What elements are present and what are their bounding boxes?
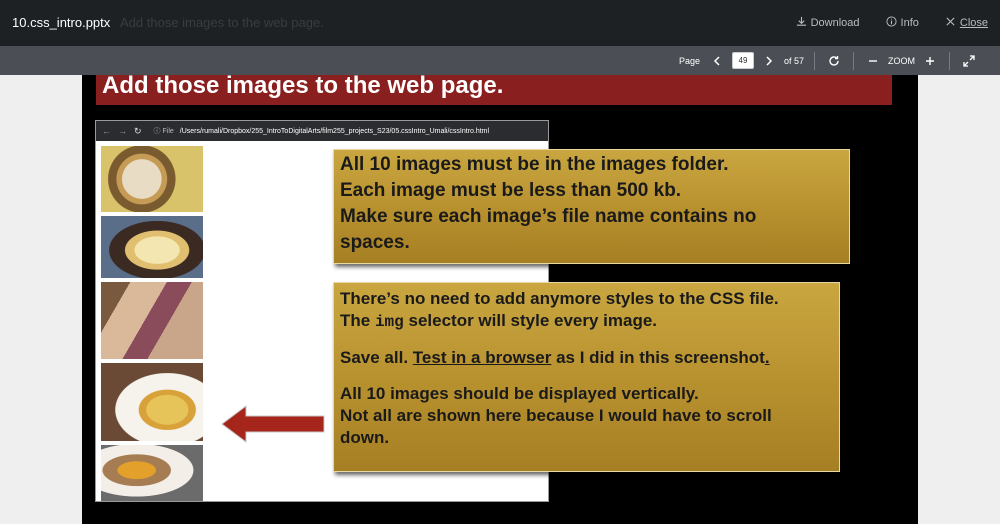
- callout-line: All 10 images must be in the images fold…: [340, 154, 729, 175]
- info-button[interactable]: Info: [885, 16, 919, 30]
- callout-line: Each image must be less than 500 kb.: [340, 180, 682, 201]
- browser-nav-icons: ← → ↻: [102, 126, 142, 137]
- toolbar-divider: [853, 51, 854, 70]
- zoom-in-button[interactable]: [921, 52, 939, 70]
- page-number-input[interactable]: 49: [731, 52, 754, 69]
- expand-icon: [963, 54, 975, 67]
- zoom-label: ZOOM: [888, 55, 915, 66]
- code-img-selector: img: [374, 313, 404, 331]
- toolbar-divider: [949, 51, 950, 70]
- page-label: Page: [678, 55, 700, 66]
- chevron-left-icon: [713, 55, 720, 66]
- callout-line: The img selector will style every image.: [340, 311, 658, 331]
- download-icon: [796, 16, 807, 30]
- header-actions: Download Info Close: [796, 0, 988, 46]
- page-controls: Page 49 of 57 ZOOM: [679, 46, 978, 75]
- toolbar-divider: [814, 51, 815, 70]
- minus-icon: [869, 59, 877, 62]
- left-arrow-icon: [221, 405, 325, 443]
- browser-url: /Users/rumali/Dropbox/255_IntroToDigital…: [179, 127, 490, 135]
- faded-slide-title: Add those images to the web page.: [120, 15, 324, 30]
- previous-page-button[interactable]: [708, 52, 726, 70]
- file-protocol-label: ⓘ File: [153, 128, 174, 135]
- reload-icon: ↻: [134, 125, 142, 136]
- slide-canvas: Add those images to the web page. ← → ↻ …: [82, 75, 918, 524]
- viewer-header: 10.css_intro.pptx Add those images to th…: [0, 0, 1000, 46]
- browser-address-bar: ← → ↻ ⓘ File /Users/rumali/Dropbox/255_I…: [96, 121, 548, 141]
- fullscreen-button[interactable]: [960, 52, 978, 70]
- callout-line: Not all are shown here because I would h…: [340, 406, 772, 425]
- file-name: 10.css_intro.pptx: [12, 15, 111, 30]
- zoom-out-button[interactable]: [864, 52, 882, 70]
- callout-instructions: There’s no need to add anymore styles to…: [333, 282, 840, 472]
- callout-line: down.: [340, 428, 390, 447]
- toast-and-meat-image: [101, 282, 203, 359]
- forward-arrow-icon: →: [118, 125, 127, 136]
- rotate-button[interactable]: [825, 52, 843, 70]
- callout-line: There’s no need to add anymore styles to…: [340, 289, 779, 308]
- breakfast-plate-image: [101, 445, 203, 501]
- page-count: of 57: [783, 55, 804, 66]
- download-label: Download: [810, 17, 860, 29]
- test-in-browser-text: Test in a browser: [412, 348, 552, 367]
- plus-icon: [926, 56, 934, 65]
- info-label: Info: [900, 17, 919, 29]
- close-button[interactable]: Close: [945, 16, 988, 30]
- download-button[interactable]: Download: [796, 16, 860, 30]
- callout-line: Save all. Test in a browser as I did in …: [340, 348, 770, 367]
- english-muffin-image: [101, 146, 203, 212]
- viewer-toolbar: Page 49 of 57 ZOOM: [0, 46, 1000, 75]
- cheese-dish-image: [101, 216, 203, 278]
- slide-title: Add those images to the web page.: [102, 75, 504, 99]
- slide-title-bar: Add those images to the web page.: [96, 75, 892, 105]
- close-label: Close: [959, 17, 988, 29]
- callout-line: spaces.: [340, 232, 410, 253]
- callout-image-requirements: All 10 images must be in the images fold…: [333, 149, 850, 264]
- next-page-button[interactable]: [760, 52, 778, 70]
- rotate-icon: [829, 55, 839, 66]
- back-arrow-icon: ←: [102, 125, 111, 136]
- toast-and-eggs-image: [101, 363, 203, 441]
- callout-line: Make sure each image’s file name contain…: [340, 206, 757, 227]
- close-icon: [945, 16, 956, 30]
- callout-line: All 10 images should be displayed vertic…: [340, 384, 699, 403]
- chevron-right-icon: [766, 55, 773, 66]
- info-icon: [885, 16, 897, 30]
